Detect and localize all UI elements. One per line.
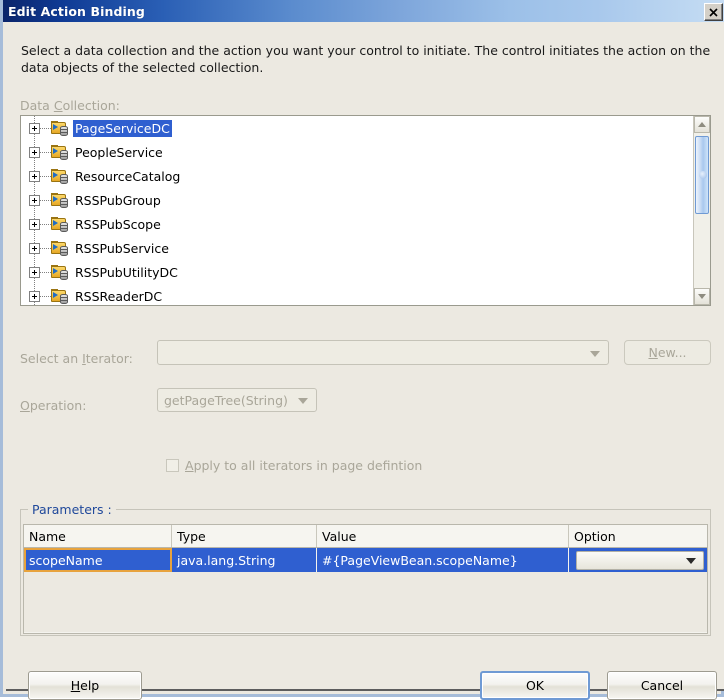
tree-connector-dash bbox=[40, 127, 51, 129]
data-control-icon bbox=[51, 120, 68, 136]
close-glyph bbox=[709, 7, 718, 17]
dialog-description: Select a data collection and the action … bbox=[21, 43, 711, 75]
table-row[interactable]: scopeName java.lang.String #{PageViewBea… bbox=[24, 548, 707, 572]
title-bar[interactable]: Edit Action Binding bbox=[3, 0, 724, 22]
tree-connector-dash bbox=[40, 271, 51, 273]
tree-item-resourcecatalog[interactable]: ResourceCatalog bbox=[21, 164, 694, 188]
scroll-up-icon[interactable] bbox=[694, 116, 710, 133]
tree-items-container: PageServiceDC PeopleService ResourceCatalo… bbox=[21, 116, 694, 305]
parameters-table-header: Name Type Value Option bbox=[24, 525, 707, 548]
parameters-group-title: Parameters : bbox=[28, 502, 116, 517]
apply-all-iterators-row[interactable]: Apply to all iterators in page defintion bbox=[166, 458, 422, 473]
tree-connector-dash bbox=[40, 247, 51, 249]
expand-plus-icon[interactable] bbox=[29, 122, 40, 134]
tree-item-rsspubscope[interactable]: RSSPubScope bbox=[21, 212, 694, 236]
column-header-option[interactable]: Option bbox=[569, 525, 707, 547]
cancel-button[interactable]: Cancel bbox=[607, 671, 717, 700]
tree-item-label: RSSPubGroup bbox=[75, 192, 161, 208]
tree-connector-dash bbox=[40, 199, 51, 201]
operation-label: Operation: bbox=[20, 398, 87, 413]
tree-vertical-scrollbar[interactable] bbox=[693, 116, 710, 305]
operation-value: getPageTree(String) bbox=[164, 392, 288, 408]
iterator-label: Select an Iterator: bbox=[20, 351, 133, 366]
ok-button[interactable]: OK bbox=[480, 671, 590, 700]
expand-plus-icon[interactable] bbox=[29, 146, 40, 158]
tree-item-label: RSSPubUtilityDC bbox=[75, 264, 178, 280]
data-collection-tree[interactable]: PageServiceDC PeopleService ResourceCatalo… bbox=[20, 115, 711, 306]
new-button-label: New... bbox=[648, 345, 687, 360]
tree-item-label: RSSReaderDC bbox=[75, 288, 163, 304]
data-control-icon bbox=[51, 192, 68, 208]
table-empty-area bbox=[24, 572, 707, 632]
tree-item-label: PageServiceDC bbox=[73, 119, 172, 137]
cell-name[interactable]: scopeName bbox=[24, 548, 172, 572]
data-control-icon bbox=[51, 144, 68, 160]
expand-plus-icon[interactable] bbox=[29, 170, 40, 182]
tree-item-label: RSSPubService bbox=[75, 240, 169, 256]
new-iterator-button[interactable]: New... bbox=[624, 340, 711, 365]
column-header-type[interactable]: Type bbox=[172, 525, 317, 547]
tree-connector-dash bbox=[40, 151, 51, 153]
dialog-title: Edit Action Binding bbox=[8, 3, 145, 19]
cancel-button-label: Cancel bbox=[640, 678, 684, 693]
data-collection-label: Data Collection: bbox=[20, 98, 120, 113]
ok-button-label: OK bbox=[525, 678, 545, 693]
tree-item-rsspubservice[interactable]: RSSPubService bbox=[21, 236, 694, 260]
cell-option[interactable] bbox=[569, 548, 707, 572]
tree-item-rsspubutilitydc[interactable]: RSSPubUtilityDC bbox=[21, 260, 694, 284]
apply-all-iterators-checkbox[interactable] bbox=[166, 459, 179, 472]
dialog-client-area: Select a data collection and the action … bbox=[6, 22, 724, 700]
operation-combobox[interactable]: getPageTree(String) bbox=[157, 388, 317, 412]
column-header-value[interactable]: Value bbox=[317, 525, 569, 547]
cell-type[interactable]: java.lang.String bbox=[172, 548, 317, 572]
scroll-down-icon[interactable] bbox=[694, 288, 710, 305]
chevron-down-icon bbox=[686, 558, 696, 564]
parameters-table[interactable]: Name Type Value Option scopeName java.la… bbox=[23, 524, 708, 634]
tree-item-label: RSSPubScope bbox=[75, 216, 161, 232]
expand-plus-icon[interactable] bbox=[29, 290, 40, 302]
tree-item-rsspubgroup[interactable]: RSSPubGroup bbox=[21, 188, 694, 212]
chevron-down-icon bbox=[590, 350, 600, 357]
tree-connector-dash bbox=[40, 295, 51, 297]
data-control-icon bbox=[51, 168, 68, 184]
chevron-down-icon bbox=[298, 398, 308, 404]
option-combobox[interactable] bbox=[576, 550, 704, 570]
data-control-icon bbox=[51, 216, 68, 232]
apply-all-iterators-label: Apply to all iterators in page defintion bbox=[185, 458, 423, 473]
column-header-name[interactable]: Name bbox=[24, 525, 172, 547]
expand-plus-icon[interactable] bbox=[29, 266, 40, 278]
tree-connector-dash bbox=[40, 223, 51, 225]
scrollbar-thumb[interactable] bbox=[695, 136, 709, 214]
close-icon[interactable] bbox=[704, 3, 723, 21]
tree-item-peopleservice[interactable]: PeopleService bbox=[21, 140, 694, 164]
data-control-icon bbox=[51, 240, 68, 256]
iterator-combobox[interactable] bbox=[157, 340, 609, 365]
cell-value[interactable]: #{PageViewBean.scopeName} bbox=[317, 548, 569, 572]
tree-item-label: PeopleService bbox=[75, 144, 163, 160]
dialog-window: Edit Action Binding Select a data collec… bbox=[0, 0, 724, 700]
help-button-label: Help bbox=[70, 678, 100, 693]
tree-item-pageservicedc[interactable]: PageServiceDC bbox=[21, 116, 694, 140]
tree-connector-dash bbox=[40, 175, 51, 177]
tree-item-rssreaderdc[interactable]: RSSReaderDC bbox=[21, 284, 694, 305]
data-control-icon bbox=[51, 288, 68, 304]
expand-plus-icon[interactable] bbox=[29, 242, 40, 254]
help-button[interactable]: Help bbox=[28, 671, 142, 700]
expand-plus-icon[interactable] bbox=[29, 194, 40, 206]
expand-plus-icon[interactable] bbox=[29, 218, 40, 230]
tree-item-label: ResourceCatalog bbox=[75, 168, 181, 184]
data-control-icon bbox=[51, 264, 68, 280]
